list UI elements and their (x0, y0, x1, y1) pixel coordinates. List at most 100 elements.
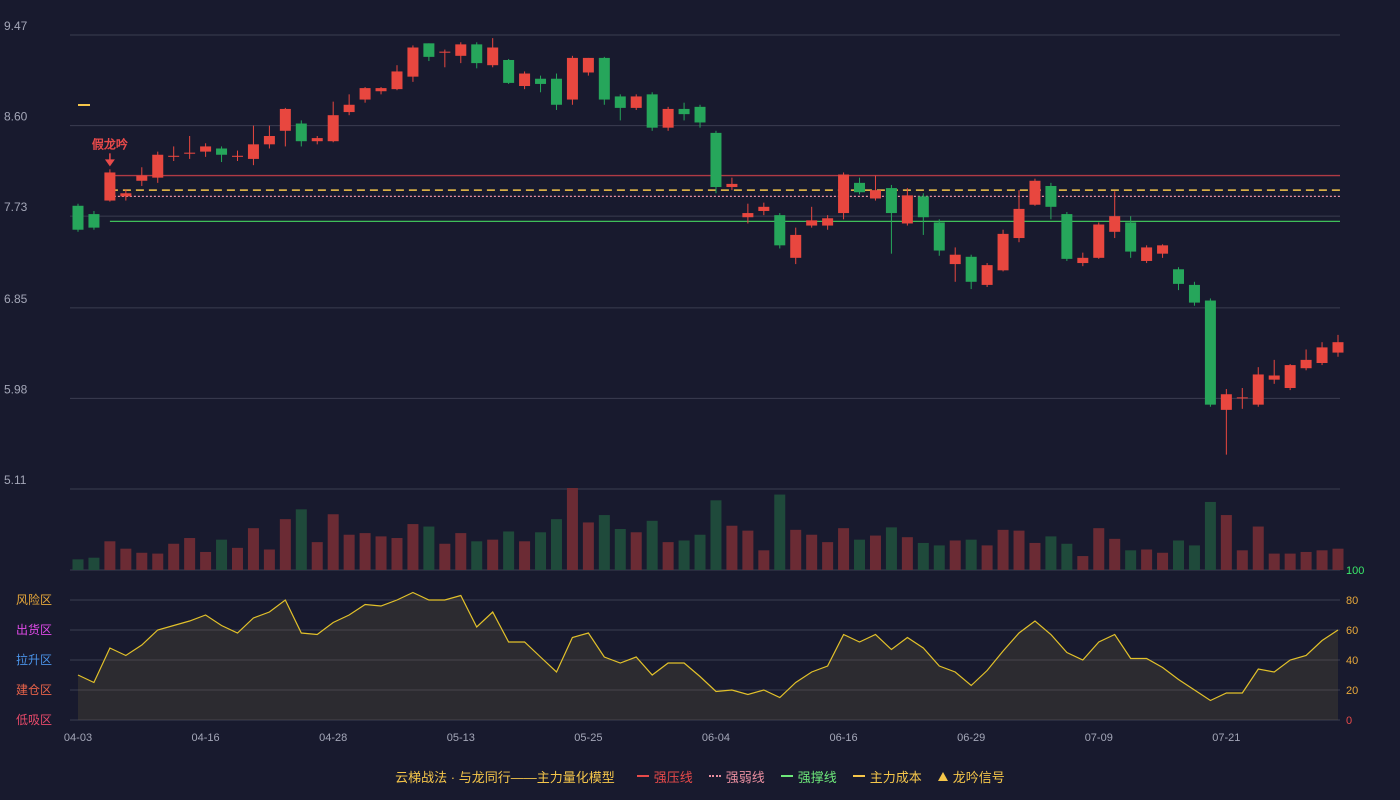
osc-tick-label: 60 (1346, 625, 1358, 637)
volume-bar (614, 529, 626, 570)
volume-bar (1093, 528, 1105, 570)
zone-label: 出货区 (16, 622, 52, 637)
legend-label: 龙吟信号 (952, 769, 1005, 785)
candle-body (1029, 180, 1041, 205)
candle-body (327, 115, 339, 142)
candle-body (216, 148, 228, 155)
candle-body (965, 256, 977, 282)
indicator-lines (78, 104, 1340, 223)
volume-bar (630, 532, 642, 570)
volume-bar (375, 536, 387, 570)
candle-body (838, 174, 850, 214)
candle-body (279, 108, 291, 131)
volume-bar (646, 520, 658, 570)
x-tick-label: 05-13 (447, 732, 475, 744)
candle-body (1332, 342, 1344, 353)
candle-body (822, 218, 834, 226)
candle-body (758, 206, 770, 211)
candle-body (503, 59, 515, 83)
dragon-signal: 假龙吟 (92, 136, 128, 167)
volume-bar (1173, 540, 1185, 570)
volume-bar (423, 526, 435, 570)
candle-body (184, 152, 196, 154)
volume-bar (1332, 548, 1344, 570)
x-tick-label: 04-28 (319, 732, 347, 744)
price-tick-label: 7.73 (4, 200, 28, 214)
legend-item-weak[interactable]: 强弱线 (708, 767, 765, 786)
legend-label: 强弱线 (725, 769, 765, 785)
volume-bar (1252, 526, 1264, 570)
candle-body (646, 94, 658, 128)
candle-body (295, 123, 307, 142)
volume-bar (327, 514, 339, 570)
candle-body (231, 155, 243, 157)
osc-tick-label: 40 (1346, 655, 1358, 667)
volume-bar (471, 541, 483, 570)
signal-arrow-icon (104, 159, 115, 167)
volume-bar (311, 542, 323, 570)
legend-item-main-cost[interactable]: 主力成本 (852, 767, 922, 786)
legend-title: 云梯战法 · 与龙同行——主力量化模型 (395, 769, 615, 785)
volume-bar (742, 530, 754, 570)
candle-body (678, 108, 690, 115)
volume-bar (1157, 552, 1169, 570)
chart-root: 9.47 8.60 7.73 6.85 5.98 5.11 0 20 40 60 80 100 低吸区 建… (0, 0, 1400, 800)
price-tick-label: 8.60 (4, 110, 28, 124)
candle-body (1252, 374, 1264, 405)
candle-body (806, 220, 818, 226)
volume-bar (582, 522, 594, 570)
zone-label: 低吸区 (16, 713, 52, 727)
candle-body (519, 73, 531, 87)
volume-bar (822, 542, 834, 570)
chart-legend: 云梯战法 · 与龙同行——主力量化模型 强压线 强弱线 强撑线 主力成本 龙吟信… (0, 766, 1400, 786)
candle-body (263, 136, 275, 145)
volume-bar (343, 534, 355, 570)
volume-bar (120, 548, 132, 570)
candle-body (662, 108, 674, 128)
x-tick-label: 05-25 (574, 732, 602, 744)
candle-body (1220, 394, 1232, 410)
volume-bar (662, 542, 674, 570)
volume-bar (200, 551, 212, 570)
candle-body (535, 78, 547, 84)
osc-tick-label: 100 (1346, 565, 1364, 577)
zone-label: 风险区 (16, 592, 52, 607)
price-tick-label: 5.98 (4, 382, 28, 396)
legend-label: 主力成本 (869, 769, 922, 785)
candle-body (869, 190, 881, 199)
zone-label: 拉升区 (16, 652, 52, 667)
volume-bar (72, 559, 84, 570)
triangle-icon (937, 771, 948, 781)
candle-body (790, 234, 802, 258)
candle-body (598, 57, 610, 100)
volume-bar (774, 494, 786, 570)
volume-bar (263, 549, 275, 570)
candle-body (391, 71, 403, 90)
osc-tick-label: 80 (1346, 595, 1358, 607)
legend-item-dragon-signal[interactable]: 龙吟信号 (937, 767, 1005, 786)
volume-bar (917, 542, 929, 570)
volume-bar (806, 534, 818, 570)
volume-bar (455, 533, 467, 570)
volume-bar (790, 529, 802, 570)
volume-bar (566, 488, 578, 570)
oscillator-panel (77, 591, 1339, 720)
legend-item-strong-pressure[interactable]: 强压线 (636, 767, 693, 786)
dashed-line-icon (852, 775, 865, 777)
volume-bar (1141, 549, 1153, 570)
candle-body (455, 44, 467, 56)
legend-item-support[interactable]: 强撑线 (780, 767, 837, 786)
x-tick-label: 04-03 (64, 732, 92, 744)
candlestick-chart: 9.47 8.60 7.73 6.85 5.98 5.11 0 20 40 60 80 100 低吸区 建… (4, 19, 1364, 744)
volume-bar (152, 553, 164, 570)
candle-body (742, 213, 754, 218)
volume-bar (550, 519, 562, 570)
legend-label: 强撑线 (797, 769, 837, 785)
volume-bar (231, 547, 243, 570)
candle-body (487, 47, 499, 66)
volume-bar (949, 540, 961, 570)
volume-bar (965, 539, 977, 570)
volume-bar (885, 527, 897, 570)
volume-bar (487, 539, 499, 570)
volume-bar (1204, 501, 1216, 570)
